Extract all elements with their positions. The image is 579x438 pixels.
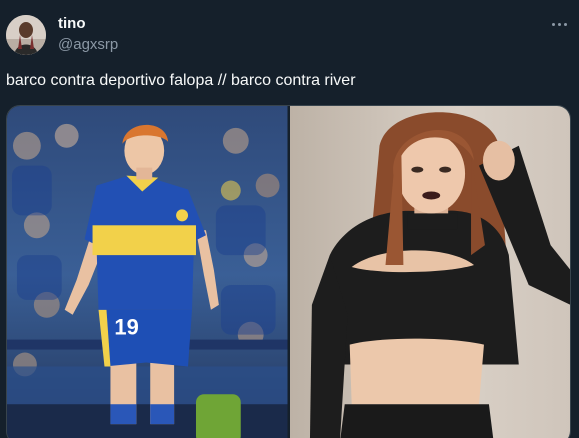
more-horizontal-icon[interactable] [547,14,571,34]
jersey-number: 19 [114,315,138,340]
dot [551,22,555,26]
tweet-text: barco contra deportivo falopa // barco c… [6,72,356,89]
media-grid: 19 [6,105,571,438]
avatar[interactable] [6,15,46,55]
dot [557,22,561,26]
dot [563,22,567,26]
media-photo-right[interactable] [289,106,570,438]
avatar-photo-icon [6,15,46,55]
display-name[interactable]: tino [58,15,86,33]
photo-football-player-icon: 19 [7,106,288,438]
media-photo-left[interactable]: 19 [7,106,288,438]
tweet-card: tino @agxsrp barco contra deportivo falo… [0,0,579,438]
username-handle[interactable]: @agxsrp [58,36,118,54]
photo-portrait-woman-icon [289,106,570,438]
